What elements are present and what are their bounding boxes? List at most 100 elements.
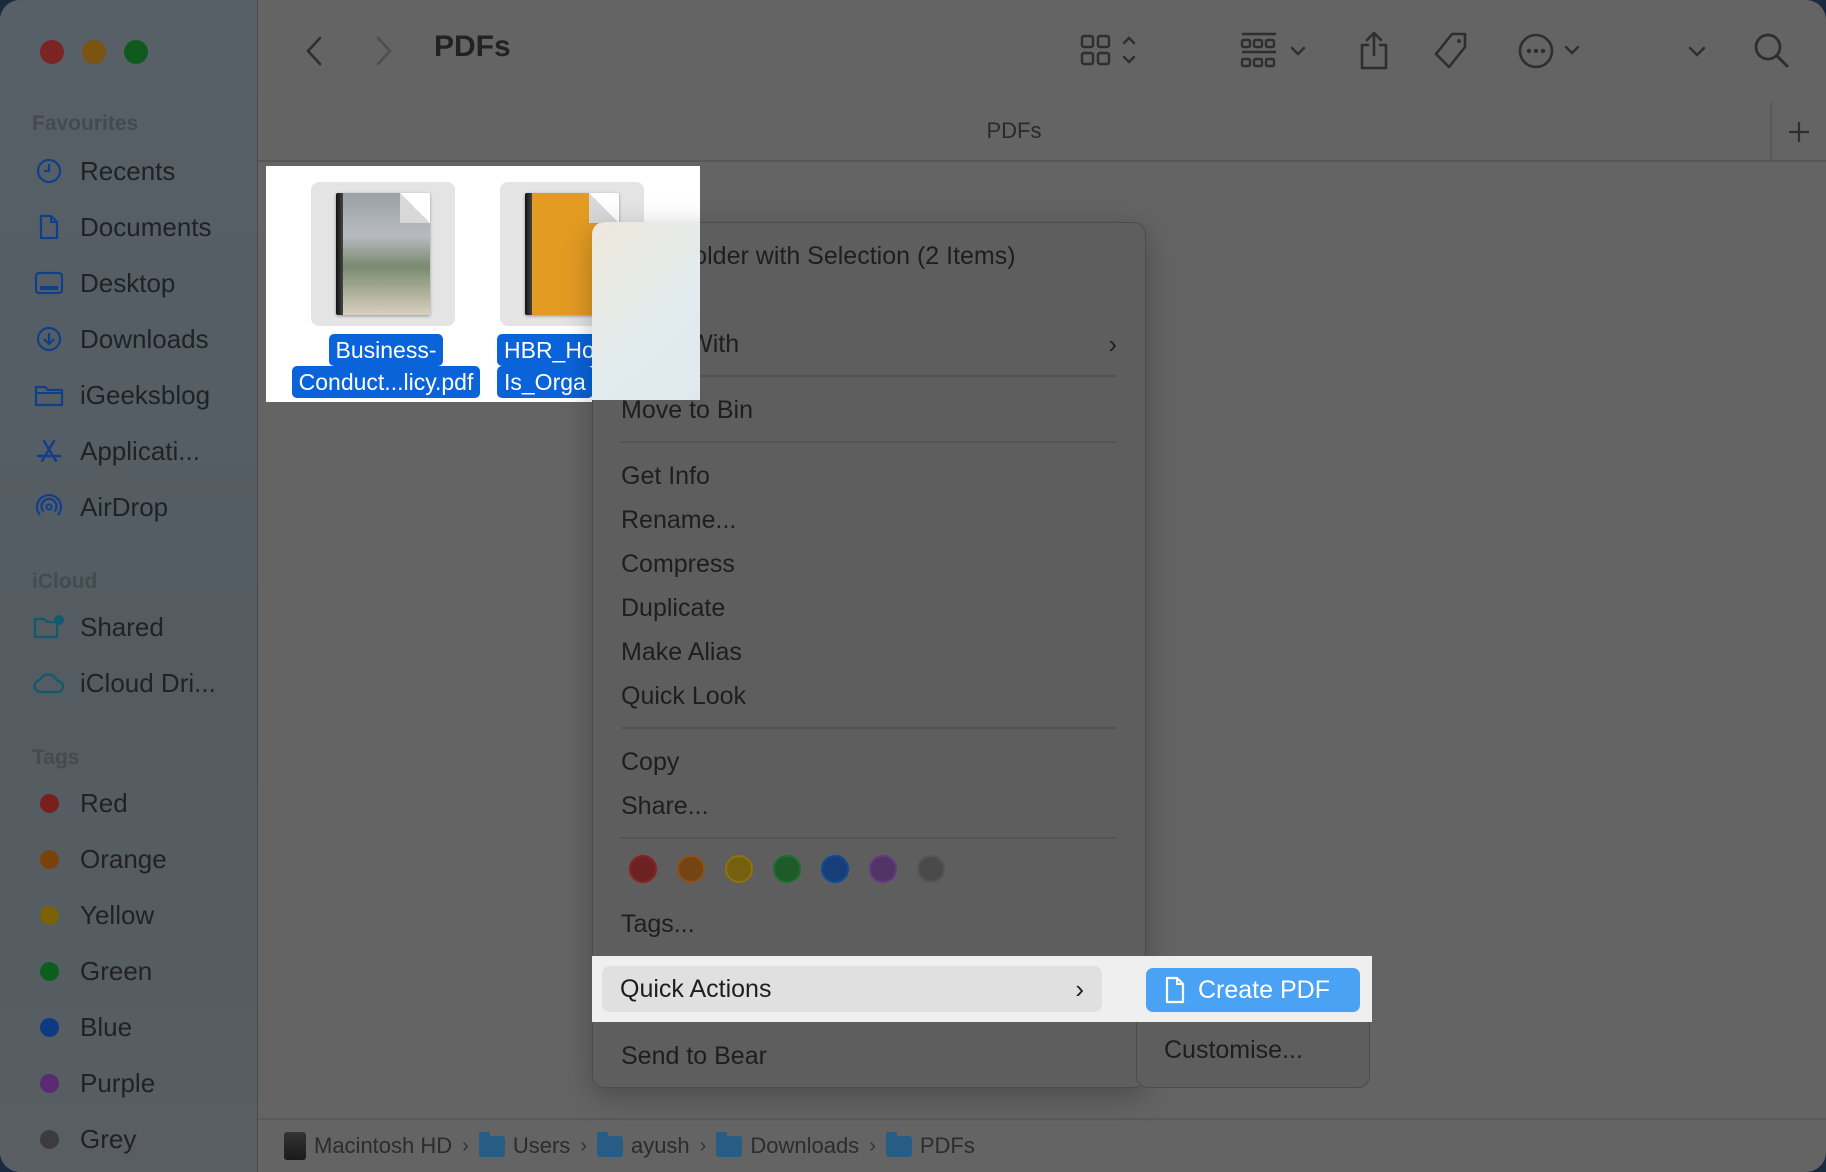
window-title: PDFs <box>434 30 511 63</box>
menu-item-quick-actions[interactable]: Quick Actions › <box>602 966 1102 1012</box>
folder-icon <box>32 378 66 412</box>
downloads-folder-icon <box>716 1131 743 1157</box>
applications-icon <box>32 434 66 468</box>
yellow-tag-dot-icon <box>39 905 59 925</box>
menu-item-make-alias[interactable]: Make Alias <box>621 631 1117 673</box>
group-by-icon <box>1240 32 1306 68</box>
chevron-right-icon <box>376 36 392 66</box>
menu-item-quick-look[interactable]: Quick Look <box>621 675 1117 717</box>
sidebar-tag-grey[interactable]: Grey <box>32 1116 247 1162</box>
menu-separator <box>621 837 1117 839</box>
chevron-down-icon <box>1688 46 1706 57</box>
sidebar-item-applications[interactable]: Applicati... <box>32 428 247 474</box>
tab-pdfs[interactable]: PDFs <box>258 118 1770 144</box>
sidebar-item-downloads[interactable]: Downloads <box>32 316 247 362</box>
forward-button[interactable] <box>364 28 404 74</box>
sidebar-item-label: iGeeksblog <box>80 379 211 410</box>
menu-item-get-info[interactable]: Get Info <box>621 455 1117 497</box>
icloud-header: iCloud <box>32 570 98 593</box>
pdf-document-icon <box>336 193 430 315</box>
search-button[interactable] <box>1750 28 1794 74</box>
sidebar-tag-green[interactable]: Green <box>32 948 247 994</box>
chevron-left-icon <box>306 36 322 66</box>
tag-icon <box>1434 32 1467 69</box>
view-mode-button[interactable] <box>1078 28 1148 74</box>
back-button[interactable] <box>294 28 334 74</box>
tag-yellow-button[interactable] <box>725 855 753 883</box>
favourites-header: Favourites <box>32 112 139 135</box>
sidebar-item-label: Documents <box>80 211 212 242</box>
blue-tag-dot-icon <box>39 1017 59 1037</box>
sidebar: Favourites Recents Documents Desktop Dow… <box>0 0 258 1172</box>
orange-tag-dot-icon <box>39 849 59 869</box>
users-folder-icon <box>478 1131 505 1157</box>
ellipsis-circle-icon <box>1518 33 1580 69</box>
path-bar: Macintosh HD › Users › ayush › Downloads… <box>258 1118 1826 1172</box>
sidebar-item-recents[interactable]: Recents <box>32 148 247 194</box>
sidebar-tag-yellow[interactable]: Yellow <box>32 892 247 938</box>
path-item-users[interactable]: Users <box>478 1131 570 1159</box>
chevron-right-icon: › <box>1108 328 1117 359</box>
tag-orange-button[interactable] <box>677 855 705 883</box>
menu-item-duplicate[interactable]: Duplicate <box>621 587 1117 629</box>
customise-menu-item[interactable]: Customise... <box>1164 1036 1303 1065</box>
finder-window: Favourites Recents Documents Desktop Dow… <box>0 0 1826 1172</box>
more-actions-button[interactable] <box>1514 28 1594 74</box>
tag-purple-button[interactable] <box>869 855 897 883</box>
path-item-macintosh-hd[interactable]: Macintosh HD <box>284 1132 452 1160</box>
tag-grey-button[interactable] <box>917 855 945 883</box>
toolbar-overflow-button[interactable] <box>1682 28 1712 74</box>
tag-blue-button[interactable] <box>821 855 849 883</box>
menu-item-tags[interactable]: Tags... <box>621 903 1117 945</box>
sidebar-item-label: Green <box>80 955 153 986</box>
share-button[interactable] <box>1354 28 1394 74</box>
file-name-label: HBR_Ho Is_Orga <box>497 334 602 398</box>
sidebar-item-label: Downloads <box>80 323 209 354</box>
document-icon <box>32 210 66 244</box>
search-icon <box>1754 33 1789 68</box>
sidebar-item-label: Purple <box>80 1067 156 1098</box>
menu-separator <box>621 727 1117 729</box>
sidebar-item-label: AirDrop <box>80 491 169 522</box>
sidebar-item-label: iCloud Dri... <box>80 667 216 698</box>
sidebar-item-airdrop[interactable]: AirDrop <box>32 484 247 530</box>
close-window-button[interactable] <box>40 40 64 64</box>
path-item-pdfs[interactable]: PDFs <box>885 1131 975 1159</box>
zoom-window-button[interactable] <box>124 40 148 64</box>
path-separator-icon: › <box>580 1134 587 1157</box>
tag-green-button[interactable] <box>773 855 801 883</box>
menu-item-compress[interactable]: Compress <box>621 543 1117 585</box>
group-by-button[interactable] <box>1240 28 1316 74</box>
menu-item-share[interactable]: Share... <box>621 785 1117 827</box>
sidebar-tag-purple[interactable]: Purple <box>32 1060 247 1106</box>
plus-icon <box>1789 122 1809 142</box>
menu-item-send-to-bear[interactable]: Send to Bear <box>621 1035 1117 1077</box>
sidebar-item-shared[interactable]: Shared <box>32 604 247 650</box>
tags-header: Tags <box>32 746 80 769</box>
grey-tag-dot-icon <box>39 1129 59 1149</box>
tag-red-button[interactable] <box>629 855 657 883</box>
path-separator-icon: › <box>462 1134 469 1157</box>
sidebar-tag-blue[interactable]: Blue <box>32 1004 247 1050</box>
menu-glass-highlight <box>592 222 700 400</box>
desktop-icon <box>32 266 66 300</box>
path-item-ayush[interactable]: ayush <box>596 1131 690 1159</box>
tag-button[interactable] <box>1430 28 1474 74</box>
sidebar-item-documents[interactable]: Documents <box>32 204 247 250</box>
share-icon <box>1360 31 1388 70</box>
menu-item-copy[interactable]: Copy <box>621 741 1117 783</box>
menu-item-rename[interactable]: Rename... <box>621 499 1117 541</box>
sidebar-tag-orange[interactable]: Orange <box>32 836 247 882</box>
sidebar-item-desktop[interactable]: Desktop <box>32 260 247 306</box>
sidebar-item-igeeksblog[interactable]: iGeeksblog <box>32 372 247 418</box>
create-pdf-button[interactable]: Create PDF <box>1146 968 1360 1012</box>
sidebar-item-label: Blue <box>80 1011 133 1042</box>
sidebar-tag-red[interactable]: Red <box>32 780 247 826</box>
file-thumbnail <box>311 182 455 326</box>
sidebar-item-icloud-drive[interactable]: iCloud Dri... <box>32 660 247 706</box>
path-separator-icon: › <box>869 1134 876 1157</box>
path-item-downloads[interactable]: Downloads <box>716 1131 859 1159</box>
minimize-window-button[interactable] <box>82 40 106 64</box>
new-tab-button[interactable] <box>1770 102 1826 162</box>
menu-separator <box>621 441 1117 443</box>
